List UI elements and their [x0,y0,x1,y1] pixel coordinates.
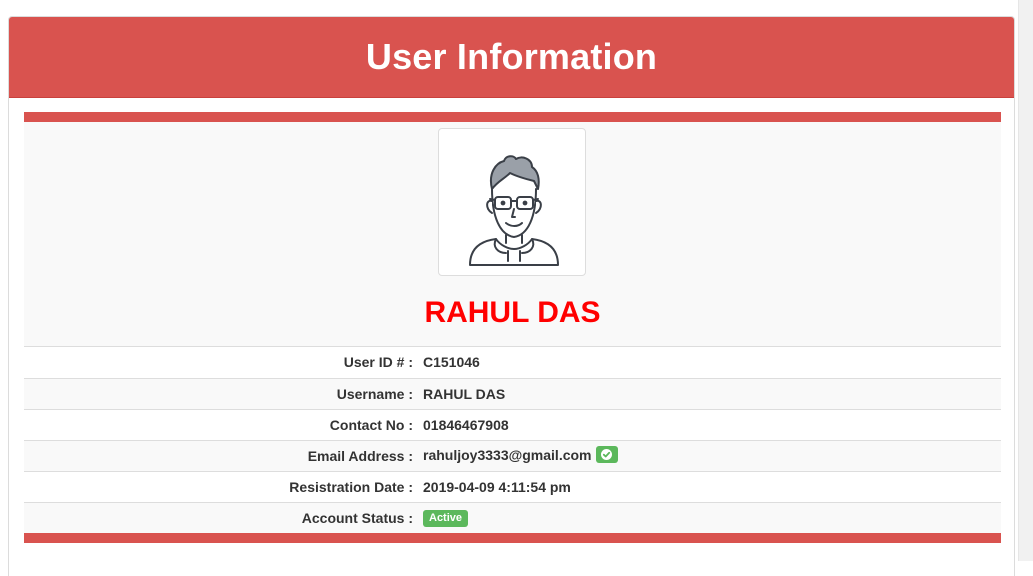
account-status-cell: Active [423,501,1001,533]
account-status-label: Account Status : [24,501,423,533]
email-label: Email Address : [24,439,423,471]
contact-value: 01846467908 [423,408,1001,440]
user-id-value: C151046 [423,354,480,371]
user-info-panel: User Information RAHUL DAS User ID #: C… [8,16,1015,576]
username-label: Username : [24,377,423,409]
user-avatar-glasses-icon [469,155,559,266]
registration-date-label: Resistration Date : [24,470,423,502]
panel-header: User Information [9,17,1014,98]
email-cell: rahuljoy3333@gmail.com [423,439,1001,471]
user-details-table: User ID # : C151046 Username : RAHUL DAS… [24,347,1001,533]
table-row: Account Status : Active [24,501,1001,533]
profile-card: RAHUL DAS User ID # : C151046 Username :… [24,112,1001,543]
table-row: Email Address : rahuljoy3333@gmail.com [24,439,1001,471]
status-badge: Active [423,510,469,528]
avatar [438,128,586,276]
email-value: rahuljoy3333@gmail.com [423,446,592,463]
username-value: RAHUL DAS [423,377,1001,409]
email-verified-badge [595,446,618,464]
page: User Information RAHUL DAS User ID #: C… [0,0,1033,576]
panel-title: User Information [365,36,658,77]
table-row: User ID # : C151046 [24,347,1001,378]
user-id-label: User ID # : [343,354,413,371]
contact-label: Contact No : [24,408,423,440]
profile-header: RAHUL DAS [24,122,1001,347]
table-row: Resistration Date : 2019-04-09 4:11:54 p… [24,470,1001,502]
table-row: Contact No : 01846467908 [24,408,1001,440]
scrollbar[interactable] [1018,0,1033,561]
table-row: Username : RAHUL DAS [24,377,1001,409]
check-circle-icon [601,449,612,461]
user-name: RAHUL DAS [424,296,601,329]
registration-date-value: 2019-04-09 4:11:54 pm [423,470,1001,502]
